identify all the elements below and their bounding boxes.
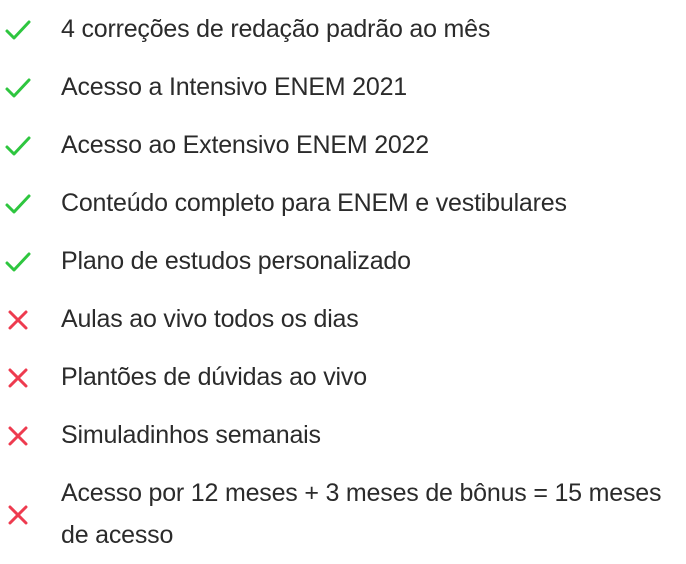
- plan-feature-list: 4 correções de redação padrão ao mês Ace…: [0, 0, 686, 556]
- feature-label: Conteúdo completo para ENEM e vestibular…: [61, 189, 567, 217]
- feature-item-simuladinhos: Simuladinhos semanais: [0, 414, 686, 456]
- feature-label: Aulas ao vivo todos os dias: [61, 305, 359, 333]
- feature-label: Acesso a Intensivo ENEM 2021: [61, 73, 407, 101]
- cross-icon: [4, 364, 32, 392]
- feature-item-redacao: 4 correções de redação padrão ao mês: [0, 8, 686, 50]
- feature-label: Acesso por 12 meses + 3 meses de bônus =…: [61, 479, 662, 549]
- check-icon: [4, 132, 32, 160]
- check-icon: [4, 16, 32, 44]
- check-icon: [4, 190, 32, 218]
- feature-item-extensivo: Acesso ao Extensivo ENEM 2022: [0, 124, 686, 166]
- cross-icon: [4, 306, 32, 334]
- feature-item-conteudo: Conteúdo completo para ENEM e vestibular…: [0, 182, 686, 224]
- feature-item-aulas-ao-vivo: Aulas ao vivo todos os dias: [0, 298, 686, 340]
- cross-icon: [4, 422, 32, 450]
- feature-label: Simuladinhos semanais: [61, 421, 321, 449]
- feature-item-plano-estudos: Plano de estudos personalizado: [0, 240, 686, 282]
- feature-item-acesso-meses: Acesso por 12 meses + 3 meses de bônus =…: [0, 472, 686, 556]
- feature-item-plantoes: Plantões de dúvidas ao vivo: [0, 356, 686, 398]
- feature-label: Plano de estudos personalizado: [61, 247, 411, 275]
- feature-label: Acesso ao Extensivo ENEM 2022: [61, 131, 430, 159]
- cross-icon: [4, 501, 32, 529]
- feature-label: 4 correções de redação padrão ao mês: [61, 15, 491, 43]
- feature-item-intensivo: Acesso a Intensivo ENEM 2021: [0, 66, 686, 108]
- check-icon: [4, 74, 32, 102]
- feature-label: Plantões de dúvidas ao vivo: [61, 363, 367, 391]
- check-icon: [4, 248, 32, 276]
